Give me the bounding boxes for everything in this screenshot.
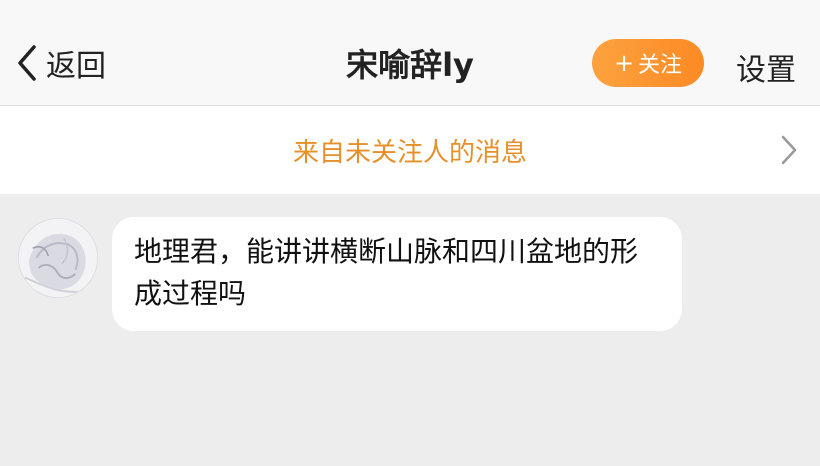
back-button[interactable]: 返回 xyxy=(14,38,106,88)
avatar-image xyxy=(19,219,97,297)
follow-label: 关注 xyxy=(638,53,683,78)
settings-button[interactable]: 设置 xyxy=(736,45,796,89)
plus-icon: + xyxy=(613,49,635,77)
follow-button[interactable]: + 关注 xyxy=(592,39,704,87)
message-bubble[interactable]: 地理君，能讲讲横断山脉和四川盆地的形成过程吗 xyxy=(112,217,682,331)
unfollowed-messages-notice[interactable]: 来自未关注人的消息 xyxy=(0,106,820,194)
nav-bar: 返回 宋喻辞ly + 关注 设置 xyxy=(0,0,820,106)
chat-area: 地理君，能讲讲横断山脉和四川盆地的形成过程吗 xyxy=(0,194,820,466)
message-text: 地理君，能讲讲横断山脉和四川盆地的形成过程吗 xyxy=(134,235,639,310)
chevron-left-icon xyxy=(18,45,36,81)
chevron-right-icon xyxy=(781,135,797,165)
avatar[interactable] xyxy=(18,218,98,298)
back-label: 返回 xyxy=(46,49,106,84)
notice-text: 来自未关注人的消息 xyxy=(292,137,527,168)
